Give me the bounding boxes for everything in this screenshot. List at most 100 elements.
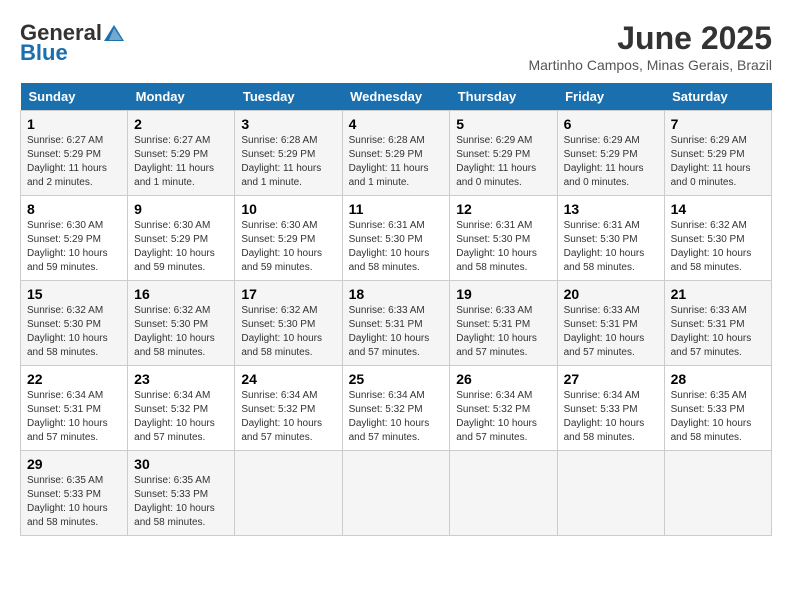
- day-number: 1: [27, 116, 121, 132]
- day-info: Sunrise: 6:32 AMSunset: 5:30 PMDaylight:…: [671, 219, 765, 275]
- day-number: 18: [349, 286, 444, 302]
- calendar-cell: 23Sunrise: 6:34 AMSunset: 5:32 PMDayligh…: [128, 366, 235, 451]
- day-info: Sunrise: 6:30 AMSunset: 5:29 PMDaylight:…: [134, 219, 228, 275]
- day-number: 10: [241, 201, 335, 217]
- calendar-cell: 4 Sunrise: 6:28 AMSunset: 5:29 PMDaylight…: [342, 111, 450, 196]
- day-number: 13: [564, 201, 658, 217]
- calendar-week-row: 29 Sunrise: 6:35 AMSunset: 5:33 PMDayligh…: [21, 451, 772, 536]
- day-number: 14: [671, 201, 765, 217]
- day-number: 24: [241, 371, 335, 387]
- calendar-cell: 24 Sunrise: 6:34 AMSunset: 5:32 PMDayligh…: [235, 366, 342, 451]
- day-number: 29: [27, 456, 121, 472]
- calendar-cell: [664, 451, 771, 536]
- day-info: Sunrise: 6:30 AMSunset: 5:29 PMDaylight:…: [27, 219, 121, 275]
- calendar-cell: 26Sunrise: 6:34 AMSunset: 5:32 PMDayligh…: [450, 366, 557, 451]
- day-number: 26: [456, 371, 550, 387]
- calendar-week-row: 15 Sunrise: 6:32 AMSunset: 5:30 PMDayligh…: [21, 281, 772, 366]
- day-info: Sunrise: 6:31 AMSunset: 5:30 PMDaylight:…: [456, 219, 550, 275]
- calendar-cell: 10 Sunrise: 6:30 AMSunset: 5:29 PMDayligh…: [235, 196, 342, 281]
- logo: General Blue: [20, 20, 126, 66]
- day-number: 17: [241, 286, 335, 302]
- page-header: General Blue June 2025 Martinho Campos, …: [20, 20, 772, 73]
- day-number: 16: [134, 286, 228, 302]
- calendar-cell: 11 Sunrise: 6:31 AMSunset: 5:30 PMDayligh…: [342, 196, 450, 281]
- day-number: 30: [134, 456, 228, 472]
- calendar-cell: [450, 451, 557, 536]
- day-number: 27: [564, 371, 658, 387]
- day-info: Sunrise: 6:33 AMSunset: 5:31 PMDaylight:…: [349, 304, 444, 360]
- calendar-cell: 5Sunrise: 6:29 AMSunset: 5:29 PMDaylight…: [450, 111, 557, 196]
- day-number: 6: [564, 116, 658, 132]
- calendar-cell: 13 Sunrise: 6:31 AMSunset: 5:30 PMDayligh…: [557, 196, 664, 281]
- day-number: 5: [456, 116, 550, 132]
- day-number: 7: [671, 116, 765, 132]
- header-friday: Friday: [557, 83, 664, 111]
- day-info: Sunrise: 6:29 AMSunset: 5:29 PMDaylight:…: [671, 134, 765, 190]
- day-number: 21: [671, 286, 765, 302]
- month-title: June 2025: [528, 20, 772, 57]
- day-info: Sunrise: 6:29 AMSunset: 5:29 PMDaylight:…: [564, 134, 658, 190]
- day-number: 20: [564, 286, 658, 302]
- calendar-header-row: Sunday Monday Tuesday Wednesday Thursday…: [21, 83, 772, 111]
- day-number: 28: [671, 371, 765, 387]
- header-tuesday: Tuesday: [235, 83, 342, 111]
- calendar-cell: [342, 451, 450, 536]
- calendar-cell: [235, 451, 342, 536]
- calendar-cell: 30 Sunrise: 6:35 AMSunset: 5:33 PMDayligh…: [128, 451, 235, 536]
- day-info: Sunrise: 6:27 AMSunset: 5:29 PMDaylight:…: [134, 134, 228, 190]
- day-number: 9: [134, 201, 228, 217]
- day-number: 22: [27, 371, 121, 387]
- day-info: Sunrise: 6:34 AMSunset: 5:33 PMDaylight:…: [564, 389, 658, 445]
- calendar-cell: 7 Sunrise: 6:29 AMSunset: 5:29 PMDaylight…: [664, 111, 771, 196]
- day-number: 19: [456, 286, 550, 302]
- calendar-cell: 19 Sunrise: 6:33 AMSunset: 5:31 PMDayligh…: [450, 281, 557, 366]
- day-number: 11: [349, 201, 444, 217]
- day-info: Sunrise: 6:33 AMSunset: 5:31 PMDaylight:…: [564, 304, 658, 360]
- day-info: Sunrise: 6:34 AMSunset: 5:32 PMDaylight:…: [241, 389, 335, 445]
- header-wednesday: Wednesday: [342, 83, 450, 111]
- calendar-cell: 6 Sunrise: 6:29 AMSunset: 5:29 PMDaylight…: [557, 111, 664, 196]
- calendar-cell: 28 Sunrise: 6:35 AMSunset: 5:33 PMDayligh…: [664, 366, 771, 451]
- calendar-cell: 8 Sunrise: 6:30 AMSunset: 5:29 PMDaylight…: [21, 196, 128, 281]
- calendar-cell: 17 Sunrise: 6:32 AMSunset: 5:30 PMDayligh…: [235, 281, 342, 366]
- day-info: Sunrise: 6:30 AMSunset: 5:29 PMDaylight:…: [241, 219, 335, 275]
- day-info: Sunrise: 6:35 AMSunset: 5:33 PMDaylight:…: [671, 389, 765, 445]
- calendar-cell: 16 Sunrise: 6:32 AMSunset: 5:30 PMDayligh…: [128, 281, 235, 366]
- header-thursday: Thursday: [450, 83, 557, 111]
- day-info: Sunrise: 6:35 AMSunset: 5:33 PMDaylight:…: [134, 474, 228, 530]
- calendar-cell: 21 Sunrise: 6:33 AMSunset: 5:31 PMDayligh…: [664, 281, 771, 366]
- day-number: 25: [349, 371, 444, 387]
- calendar-cell: 18 Sunrise: 6:33 AMSunset: 5:31 PMDayligh…: [342, 281, 450, 366]
- calendar-cell: 9 Sunrise: 6:30 AMSunset: 5:29 PMDaylight…: [128, 196, 235, 281]
- location-title: Martinho Campos, Minas Gerais, Brazil: [528, 57, 772, 73]
- day-number: 8: [27, 201, 121, 217]
- day-info: Sunrise: 6:32 AMSunset: 5:30 PMDaylight:…: [134, 304, 228, 360]
- day-info: Sunrise: 6:33 AMSunset: 5:31 PMDaylight:…: [671, 304, 765, 360]
- calendar-week-row: 8 Sunrise: 6:30 AMSunset: 5:29 PMDaylight…: [21, 196, 772, 281]
- day-info: Sunrise: 6:31 AMSunset: 5:30 PMDaylight:…: [349, 219, 444, 275]
- calendar-cell: 3Sunrise: 6:28 AMSunset: 5:29 PMDaylight…: [235, 111, 342, 196]
- calendar-cell: [557, 451, 664, 536]
- logo-icon: [104, 25, 124, 41]
- calendar-cell: 12Sunrise: 6:31 AMSunset: 5:30 PMDayligh…: [450, 196, 557, 281]
- calendar-cell: 27 Sunrise: 6:34 AMSunset: 5:33 PMDayligh…: [557, 366, 664, 451]
- day-info: Sunrise: 6:32 AMSunset: 5:30 PMDaylight:…: [241, 304, 335, 360]
- day-info: Sunrise: 6:33 AMSunset: 5:31 PMDaylight:…: [456, 304, 550, 360]
- calendar-cell: 20 Sunrise: 6:33 AMSunset: 5:31 PMDayligh…: [557, 281, 664, 366]
- calendar-cell: 22Sunrise: 6:34 AMSunset: 5:31 PMDayligh…: [21, 366, 128, 451]
- day-number: 4: [349, 116, 444, 132]
- header-monday: Monday: [128, 83, 235, 111]
- calendar-cell: 2 Sunrise: 6:27 AMSunset: 5:29 PMDaylight…: [128, 111, 235, 196]
- calendar-cell: 25 Sunrise: 6:34 AMSunset: 5:32 PMDayligh…: [342, 366, 450, 451]
- day-number: 23: [134, 371, 228, 387]
- day-info: Sunrise: 6:28 AMSunset: 5:29 PMDaylight:…: [349, 134, 444, 190]
- day-info: Sunrise: 6:31 AMSunset: 5:30 PMDaylight:…: [564, 219, 658, 275]
- logo-blue-text: Blue: [20, 40, 68, 66]
- day-info: Sunrise: 6:27 AMSunset: 5:29 PMDaylight:…: [27, 134, 121, 190]
- day-number: 2: [134, 116, 228, 132]
- calendar-table: Sunday Monday Tuesday Wednesday Thursday…: [20, 83, 772, 536]
- day-info: Sunrise: 6:34 AMSunset: 5:32 PMDaylight:…: [349, 389, 444, 445]
- calendar-cell: 15Sunrise: 6:32 AMSunset: 5:30 PMDayligh…: [21, 281, 128, 366]
- day-number: 15: [27, 286, 121, 302]
- header-sunday: Sunday: [21, 83, 128, 111]
